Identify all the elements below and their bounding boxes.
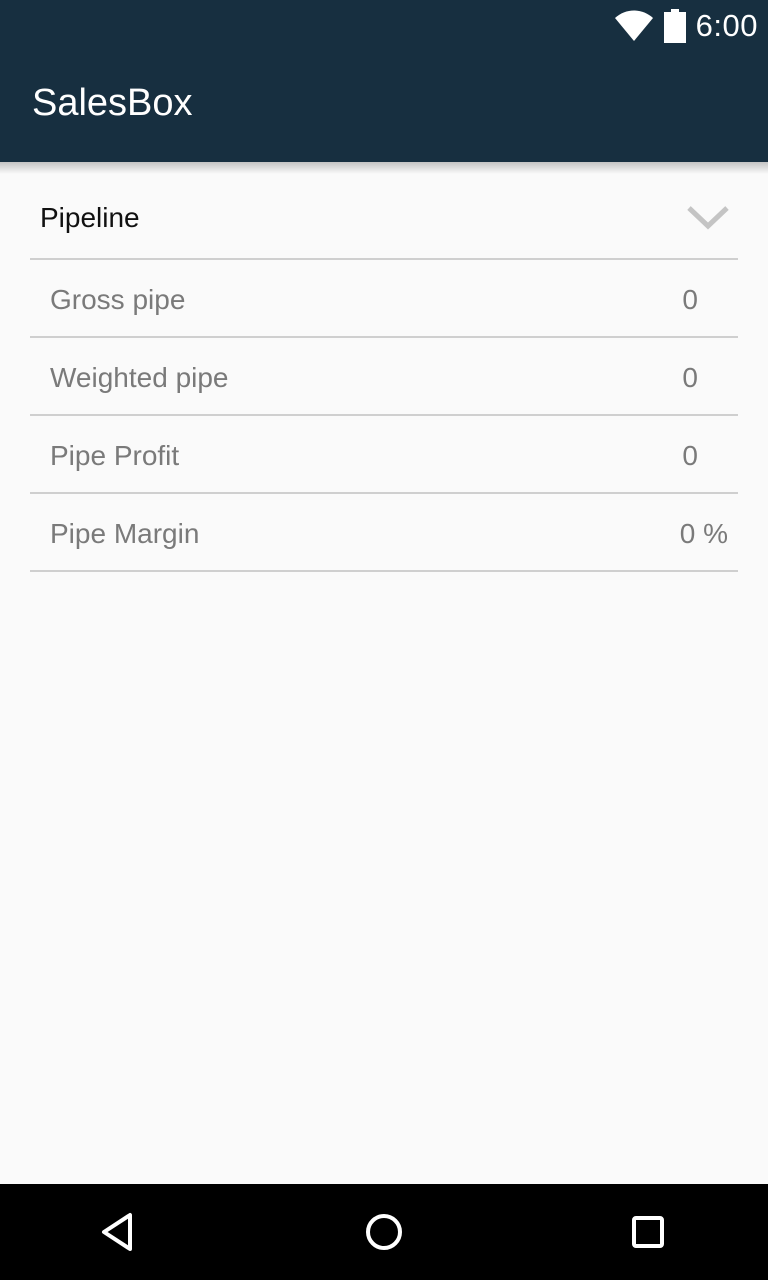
navigation-bar [0,1184,768,1280]
status-time: 6:00 [695,8,758,43]
row-value: 0 % [679,518,728,549]
pipeline-row-pipe-profit: Pipe Profit 0 [30,416,738,494]
pipeline-row-gross-pipe: Gross pipe 0 [30,260,738,338]
status-bar: 6:00 [0,0,768,50]
row-label: Pipe Margin [50,518,200,549]
home-icon[interactable] [360,1208,408,1256]
battery-icon [663,9,686,43]
recents-icon[interactable] [624,1208,672,1256]
wifi-icon [614,10,653,41]
app-title: SalesBox [32,82,193,124]
row-value: 0 [682,440,698,471]
row-label: Gross pipe [50,284,186,315]
row-label: Pipe Profit [50,440,180,471]
app-bar: SalesBox [0,50,768,162]
row-value: 0 [682,284,698,315]
pipeline-row-weighted-pipe: Weighted pipe 0 [30,338,738,416]
pipeline-title: Pipeline [40,202,140,233]
pipeline-header[interactable]: Pipeline [30,174,738,260]
row-label: Weighted pipe [50,362,229,393]
pipeline-section: Pipeline Gross pipe 0 Weighted pipe 0 Pi… [30,174,738,572]
pipeline-row-pipe-margin: Pipe Margin 0 % [30,494,738,572]
back-icon[interactable] [96,1208,144,1256]
app-bar-shadow [0,162,768,174]
screen: 6:00 SalesBox Pipeline Gross pipe 0 Weig… [0,0,768,1280]
row-value: 0 [682,362,698,393]
status-icons: 6:00 [614,6,758,46]
chevron-down-icon[interactable] [686,204,730,232]
